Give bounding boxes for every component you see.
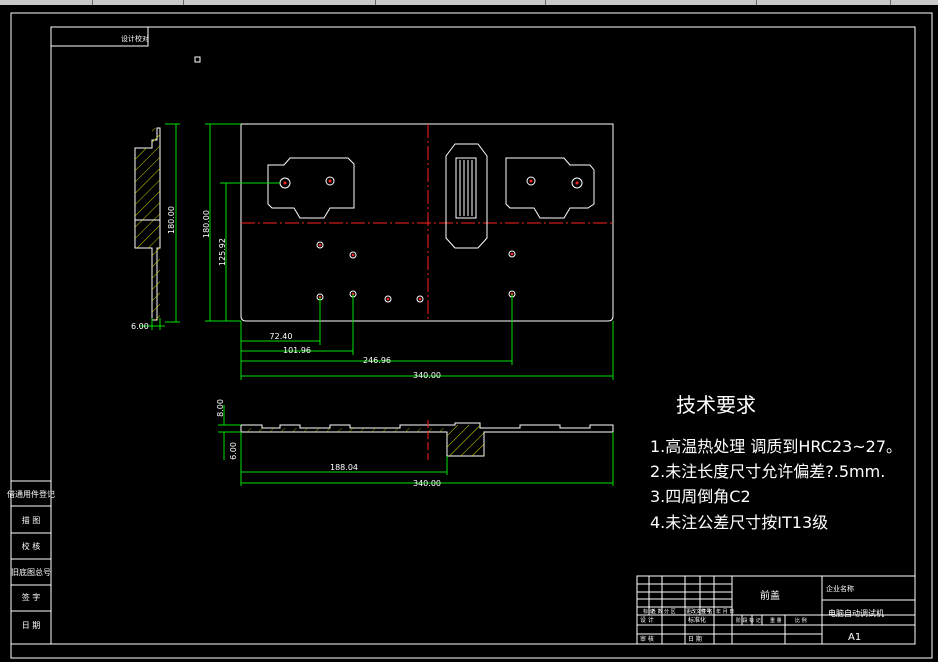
marker-square <box>194 56 201 63</box>
side-label-4: 旧底图总号 <box>11 567 51 577</box>
dim-h-180: 180.00 <box>202 210 211 238</box>
tech-note-3: 3.四周倒角C2 <box>650 487 751 506</box>
dim-340-b: 340.00 <box>413 479 441 488</box>
title-company: 企业名称 <box>826 584 854 593</box>
outer-frame <box>10 12 933 659</box>
side-label-2: 描 图 <box>22 515 41 525</box>
title-review: 审 核 <box>640 635 654 643</box>
dim-left-180: 180.00 <box>167 206 176 234</box>
title-row-label-5: 签 名 <box>701 608 713 615</box>
title-scale: 比 例 <box>795 617 807 624</box>
tech-note-1: 1.高温热处理 调质到HRC23~27。 <box>650 437 902 456</box>
dim-s6: 6.00 <box>229 442 238 460</box>
cad-drawing-canvas[interactable]: 设计校对 180.00 6.00 180.00 125.92 72.40 101… <box>0 0 938 662</box>
title-sheet: A1 <box>848 632 861 643</box>
side-label-5: 签 字 <box>22 592 41 602</box>
side-label-1: 借通用件登记 <box>7 489 55 499</box>
title-standard: 标准化 <box>688 616 706 624</box>
title-product: 电脑自动调试机 <box>828 608 884 618</box>
dim-h-125: 125.92 <box>218 238 227 266</box>
side-table <box>10 480 52 645</box>
title-weight: 重 量 <box>770 617 782 624</box>
inner-frame <box>50 26 916 645</box>
tech-note-2: 2.未注长度尺寸允许偏差?.5mm. <box>650 462 885 481</box>
title-design: 设 计 <box>640 616 654 624</box>
tech-note-4: 4.未注公差尺寸按IT13级 <box>650 513 828 532</box>
title-date: 日 期 <box>688 635 702 643</box>
side-label-3: 校 核 <box>22 541 41 551</box>
section-view-bottom <box>218 405 614 486</box>
dim-s8: 8.00 <box>216 399 225 417</box>
dim-340-a: 340.00 <box>413 371 441 380</box>
title-row-label-2: 处 数 <box>651 608 663 615</box>
title-stage: 阶 段 标 记 <box>736 617 761 624</box>
title-part-name: 前盖 <box>760 589 780 602</box>
dim-72: 72.40 <box>270 332 293 341</box>
dim-left-6: 6.00 <box>131 322 149 331</box>
title-row-label-3: 分 区 <box>664 608 676 615</box>
title-row-label-6: 年 月 日 <box>716 608 734 615</box>
dim-101: 101.96 <box>283 346 311 355</box>
side-label-6: 日 期 <box>22 621 41 630</box>
dim-188: 188.04 <box>330 463 358 472</box>
plan-view <box>205 123 614 380</box>
corner-tag-text: 设计校对 <box>121 34 149 43</box>
tech-title: 技术要求 <box>676 393 756 417</box>
dim-246: 246.96 <box>363 356 391 365</box>
